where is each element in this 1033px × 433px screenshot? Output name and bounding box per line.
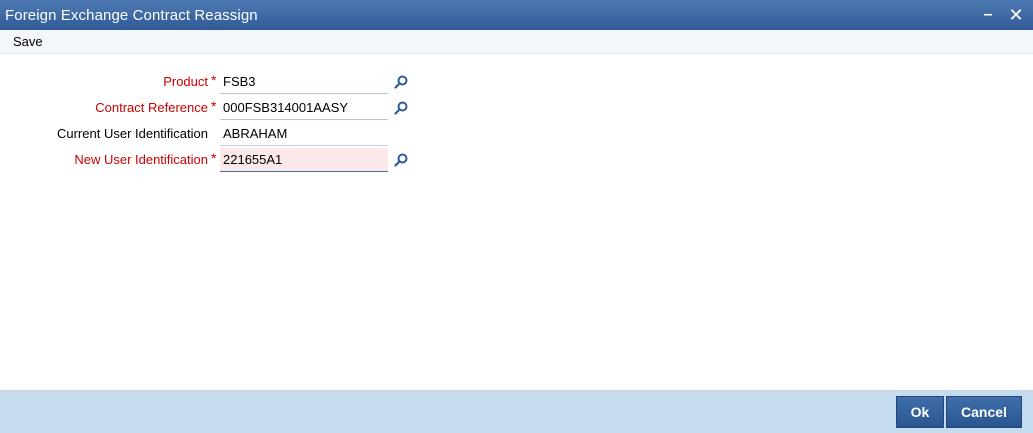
- minimize-icon[interactable]: –: [978, 5, 998, 25]
- current-user-label: Current User Identification: [56, 126, 208, 141]
- current-user-field: [220, 122, 388, 146]
- required-marker: *: [211, 150, 217, 166]
- new-user-row: New User Identification *: [0, 148, 1033, 172]
- close-icon[interactable]: ✕: [1006, 5, 1026, 25]
- contract-reference-row: Contract Reference *: [0, 96, 1033, 120]
- new-user-label: New User Identification: [74, 152, 208, 167]
- toolbar: Save: [0, 30, 1033, 54]
- window-title: Foreign Exchange Contract Reassign: [5, 6, 258, 24]
- window-titlebar: Foreign Exchange Contract Reassign – ✕: [0, 0, 1033, 30]
- product-label: Product: [163, 74, 208, 89]
- ok-button[interactable]: Ok: [896, 396, 944, 428]
- save-button[interactable]: Save: [13, 34, 43, 49]
- search-icon[interactable]: [393, 74, 409, 90]
- required-marker: *: [211, 72, 217, 88]
- search-icon[interactable]: [393, 100, 409, 116]
- product-input[interactable]: [220, 70, 388, 94]
- search-icon[interactable]: [393, 152, 409, 168]
- footer-bar: Ok Cancel: [0, 390, 1033, 433]
- contract-reference-label: Contract Reference: [95, 100, 208, 115]
- cancel-button[interactable]: Cancel: [946, 396, 1022, 428]
- new-user-input[interactable]: [220, 148, 388, 172]
- current-user-row: Current User Identification: [0, 122, 1033, 146]
- product-row: Product *: [0, 70, 1033, 94]
- contract-reference-input[interactable]: [220, 96, 388, 120]
- required-marker: *: [211, 98, 217, 114]
